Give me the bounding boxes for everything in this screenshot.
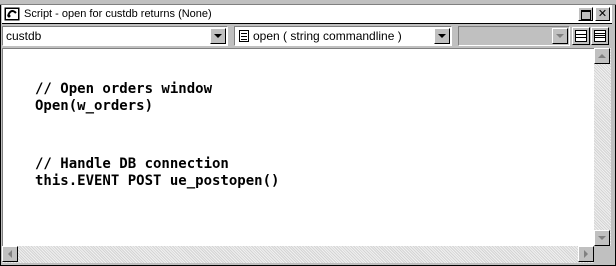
script-toolbar: custdb open ( string commandline ) (2, 25, 612, 47)
object-dropdown-value: custdb (6, 29, 42, 43)
code-line: // Handle DB connection (35, 156, 229, 172)
arrow-down-icon (598, 236, 606, 240)
scroll-right-button[interactable] (578, 246, 594, 262)
layout-icon (594, 30, 606, 42)
event-dropdown-button[interactable] (434, 28, 450, 44)
split-pane-button[interactable] (572, 27, 590, 45)
close-icon: ✕ (597, 7, 608, 20)
maximize-button[interactable] (578, 7, 593, 21)
arrow-up-icon (598, 54, 606, 58)
scrollbar-corner (594, 246, 611, 263)
split-pane-icon (575, 30, 587, 42)
event-dropdown[interactable]: open ( string commandline ) (234, 26, 452, 46)
layout-button[interactable] (591, 27, 609, 45)
code-line: this.EVENT POST ue_postopen() (35, 173, 280, 189)
code-line: Open(w_orders) (35, 98, 154, 114)
object-dropdown-button[interactable] (210, 28, 226, 44)
ancestor-dropdown[interactable] (458, 26, 570, 46)
maximize-icon (580, 10, 591, 20)
powerbuilder-app-icon (4, 7, 20, 21)
object-dropdown[interactable]: custdb (2, 26, 228, 46)
chevron-down-icon (438, 34, 446, 38)
title-bar[interactable]: Script - open for custdb returns (None) … (2, 5, 612, 24)
ancestor-dropdown-button[interactable] (552, 28, 568, 44)
document-icon (239, 30, 249, 42)
arrow-left-icon (8, 250, 12, 258)
window-title: Script - open for custdb returns (None) (24, 8, 212, 20)
scroll-up-button[interactable] (594, 48, 610, 64)
scroll-down-button[interactable] (594, 230, 610, 246)
chevron-down-icon (214, 34, 222, 38)
event-dropdown-value: open ( string commandline ) (253, 29, 402, 43)
close-button[interactable]: ✕ (595, 7, 610, 21)
arrow-right-icon (584, 250, 588, 258)
horizontal-scrollbar[interactable] (2, 246, 594, 263)
code-line: // Open orders window (35, 81, 213, 97)
scroll-left-button[interactable] (2, 246, 18, 262)
vertical-scrollbar[interactable] (594, 48, 611, 246)
chevron-down-icon (556, 34, 564, 38)
script-editor[interactable]: // Open orders window Open(w_orders) // … (2, 48, 594, 246)
